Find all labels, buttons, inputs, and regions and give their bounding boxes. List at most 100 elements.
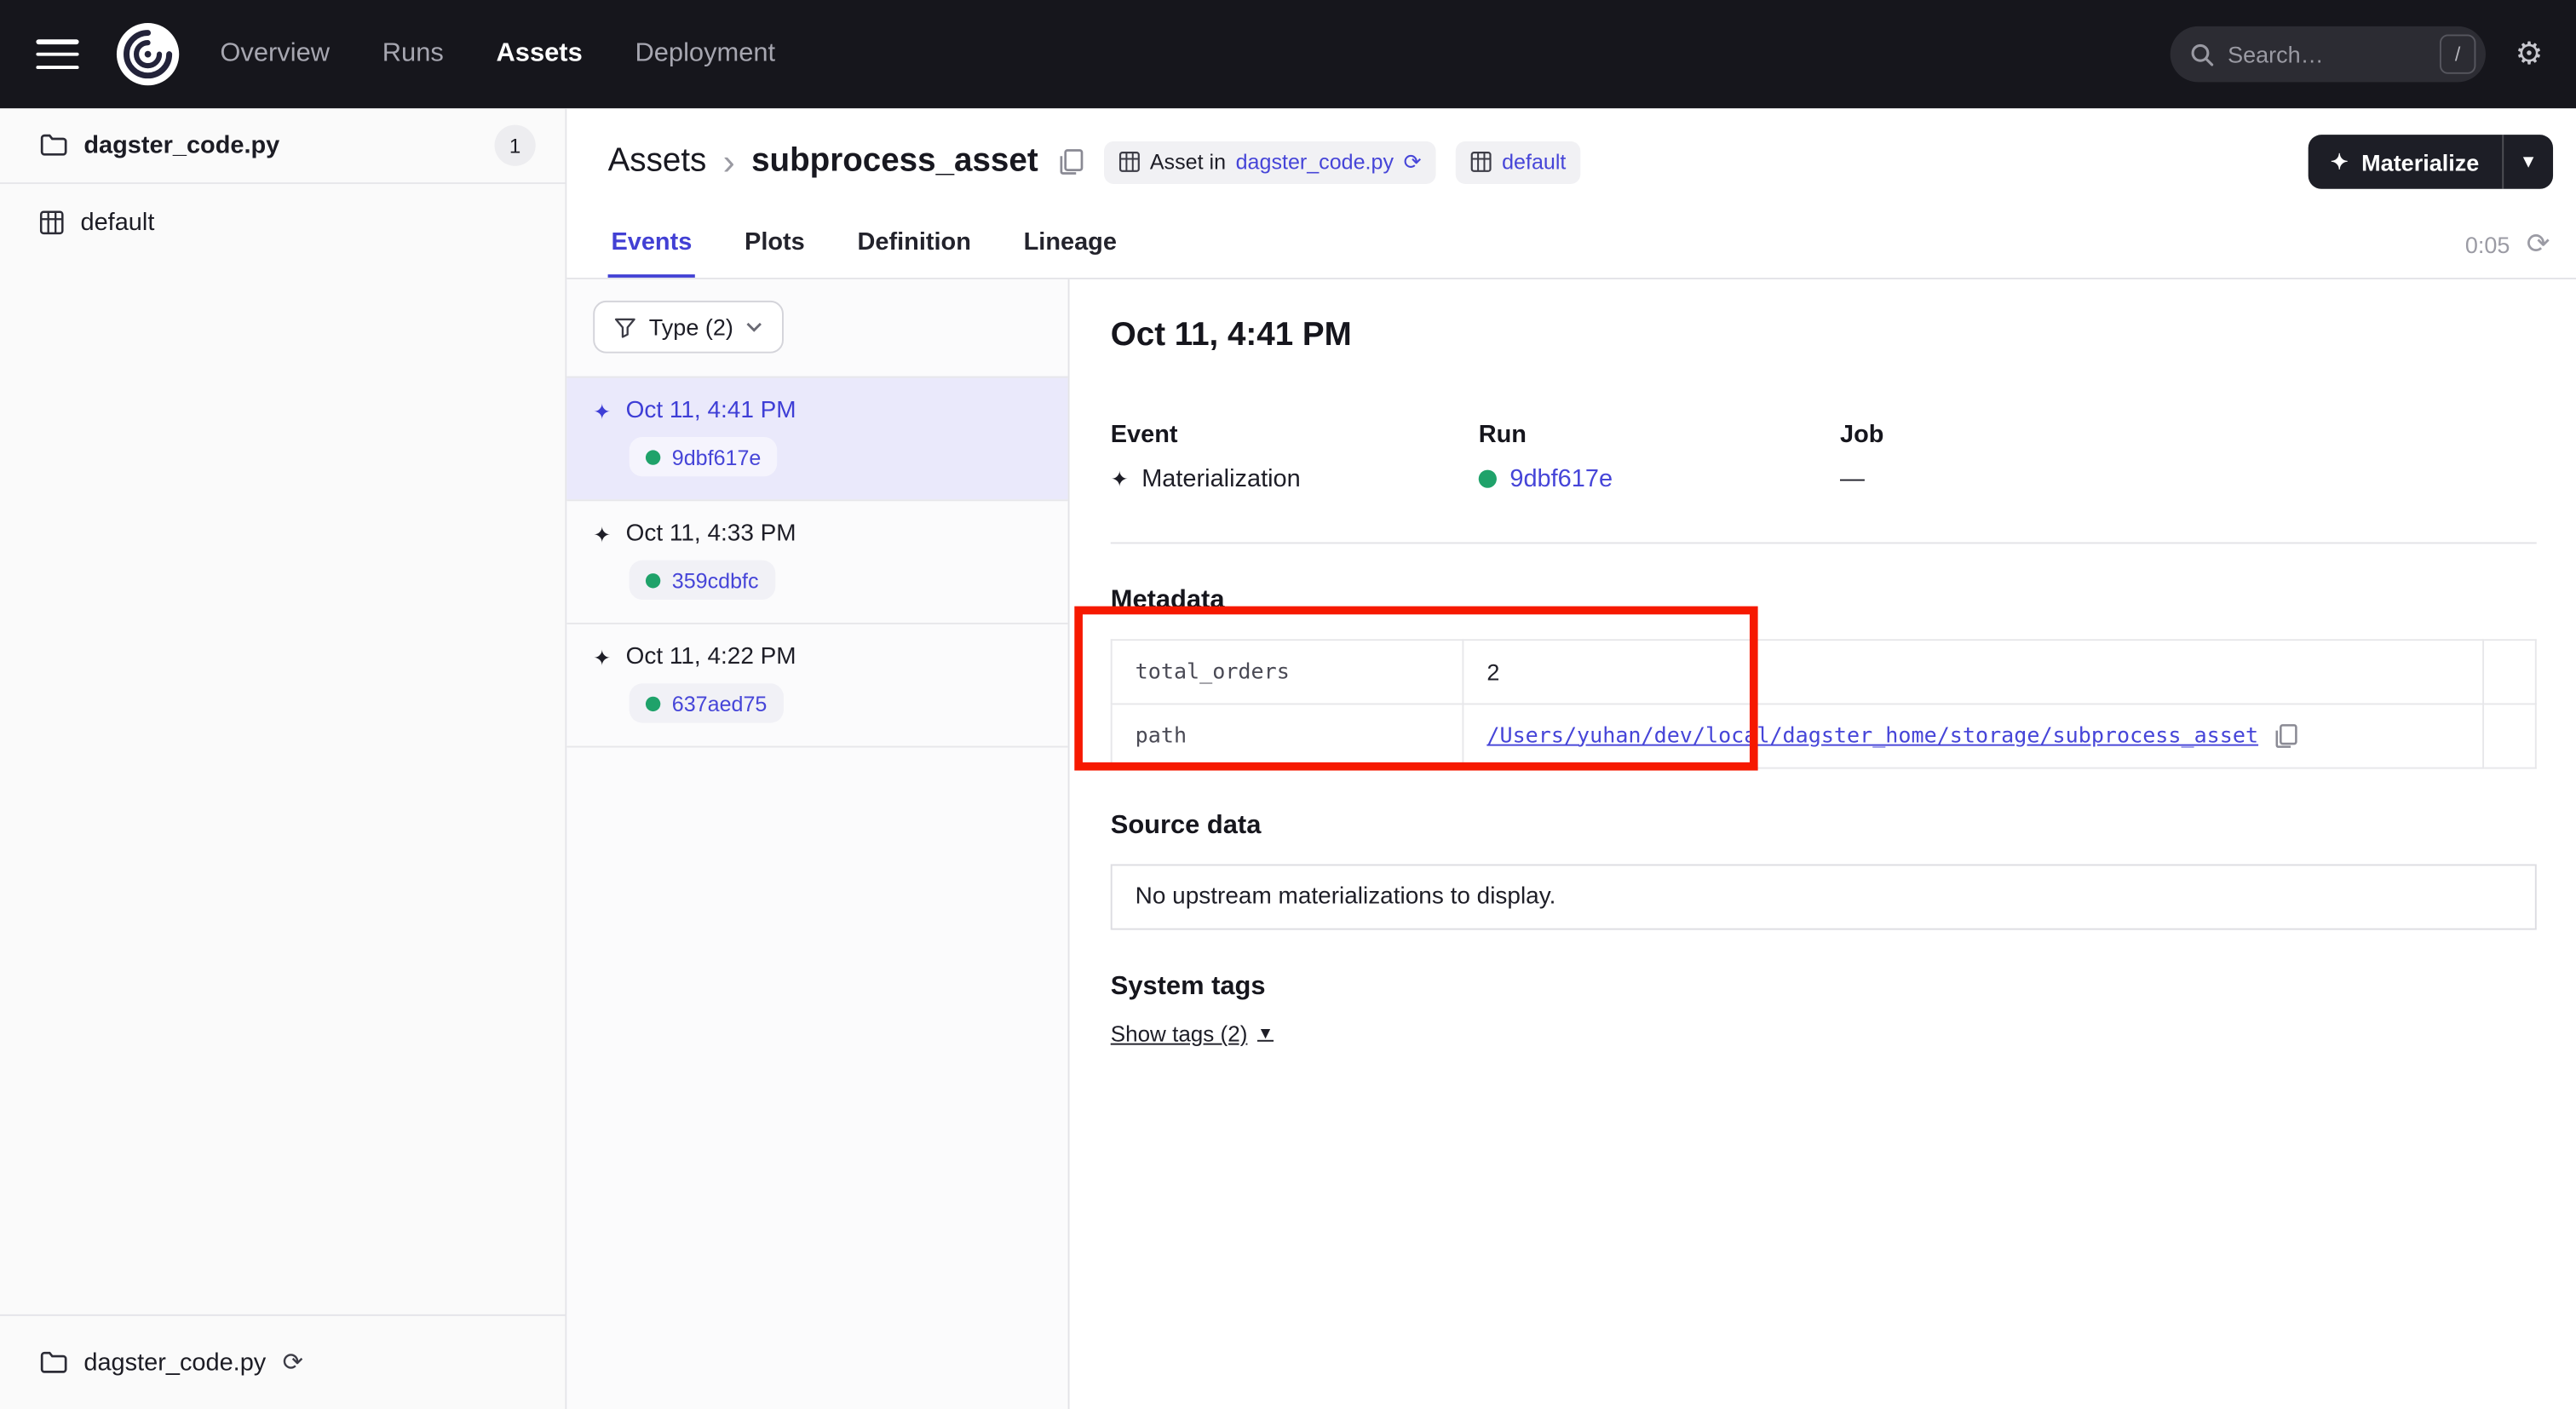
copy-icon[interactable]: [2273, 723, 2297, 750]
search-shortcut-badge: /: [2440, 35, 2475, 74]
sidebar-item-label: dagster_code.py: [83, 131, 279, 159]
caret-down-icon: ▼: [1257, 1025, 1274, 1043]
gear-icon[interactable]: ⚙: [2516, 38, 2544, 70]
table-row: path /Users/yuhan/dev/local/dagster_home…: [1112, 704, 2536, 768]
run-id-link[interactable]: 9dbf617e: [1509, 465, 1613, 493]
topbar: Overview Runs Assets Deployment / ⚙: [0, 0, 2576, 108]
event-info-grid: Event ✦ Materialization Run 9dbf617e: [1111, 421, 2537, 493]
sidebar-item-default-group[interactable]: default: [0, 184, 565, 260]
run-status-dot: [1479, 470, 1497, 488]
event-detail-title: Oct 11, 4:41 PM: [1111, 317, 2537, 354]
events-list: ✦ Oct 11, 4:41 PM 9dbf617e ✦ Oct 11, 4:3…: [566, 377, 1067, 748]
run-label: Run: [1479, 421, 1840, 449]
dagster-logo[interactable]: [115, 21, 181, 87]
run-id: 9dbf617e: [672, 445, 762, 469]
grid-icon: [1118, 151, 1140, 172]
run-id: 359cdbfc: [672, 567, 759, 592]
metadata-table: total_orders 2 path /Users/yuhan/dev/loc…: [1111, 639, 2537, 768]
event-time: Oct 11, 4:22 PM: [626, 644, 796, 670]
breadcrumb: Assets › subprocess_asset: [608, 143, 1038, 181]
refresh-elapsed: 0:05: [2465, 231, 2510, 257]
materialize-label: Materialize: [2361, 149, 2479, 175]
folder-icon: [39, 1350, 67, 1375]
chip-code-location-link[interactable]: dagster_code.py: [1236, 150, 1394, 175]
filter-icon: [614, 316, 635, 337]
events-list-panel: Type (2) ✦ Oct 11, 4:41 PM: [566, 279, 1069, 1409]
run-id-pill[interactable]: 359cdbfc: [630, 561, 775, 600]
search-icon: [2190, 42, 2215, 66]
grid-icon: [39, 210, 64, 234]
event-time: Oct 11, 4:33 PM: [626, 520, 796, 547]
source-data-empty-state: No upstream materializations to display.: [1111, 864, 2537, 929]
event-list-item[interactable]: ✦ Oct 11, 4:22 PM 637aed75: [566, 623, 1067, 746]
run-id-pill[interactable]: 9dbf617e: [630, 437, 778, 476]
run-id: 637aed75: [672, 691, 768, 716]
app-window: Overview Runs Assets Deployment / ⚙ dags…: [0, 0, 2576, 1409]
metadata-key: total_orders: [1112, 640, 1463, 704]
menu-icon[interactable]: [36, 39, 78, 69]
run-status-dot: [646, 696, 660, 710]
materialize-dropdown-button[interactable]: ▼: [2504, 135, 2553, 189]
reload-icon[interactable]: ⟳: [283, 1350, 303, 1375]
run-id-pill[interactable]: 637aed75: [630, 683, 784, 722]
show-tags-label: Show tags (2): [1111, 1022, 1248, 1047]
tab-plots[interactable]: Plots: [741, 212, 808, 278]
materialization-icon: ✦: [593, 400, 611, 422]
chip-group-link[interactable]: default: [1502, 150, 1566, 175]
materialization-icon: ✦: [593, 647, 611, 668]
event-list-item[interactable]: ✦ Oct 11, 4:33 PM 359cdbfc: [566, 499, 1067, 623]
tab-events[interactable]: Events: [608, 212, 696, 278]
tabs-bar: Events Plots Definition Lineage 0:05 ⟳: [566, 212, 2576, 279]
topbar-right: / ⚙: [2171, 26, 2544, 83]
run-status-dot: [646, 572, 660, 587]
reload-icon[interactable]: ⟳: [1404, 151, 1422, 172]
asset-count-badge: 1: [495, 125, 536, 166]
sidebar-bottom-label: dagster_code.py: [83, 1349, 266, 1377]
refresh-timer: 0:05 ⟳: [2465, 230, 2550, 278]
sparkle-icon: ✦: [2331, 151, 2349, 172]
event-label: Event: [1111, 421, 1479, 449]
materialization-icon: ✦: [593, 523, 611, 544]
nav-item-assets[interactable]: Assets: [497, 39, 583, 69]
job-value: —: [1840, 465, 1865, 493]
search-input[interactable]: [2228, 41, 2426, 67]
breadcrumb-chevron-icon: ›: [723, 144, 735, 180]
type-filter-button[interactable]: Type (2): [593, 301, 784, 354]
sidebar-item-label: default: [81, 208, 155, 236]
refresh-icon[interactable]: ⟳: [2527, 230, 2550, 258]
metadata-value: 2: [1463, 640, 2483, 704]
sidebar-bottom-code-location[interactable]: dagster_code.py ⟳: [0, 1314, 565, 1409]
metadata-key: path: [1112, 704, 1463, 768]
chevron-down-icon: [746, 322, 762, 332]
search-box[interactable]: /: [2171, 26, 2486, 83]
tab-definition[interactable]: Definition: [854, 212, 975, 278]
sidebar: dagster_code.py 1 default dagster_code.p…: [0, 108, 566, 1409]
event-detail-panel: Oct 11, 4:41 PM Event ✦ Materialization …: [1070, 279, 2576, 1409]
metadata-expand-cell[interactable]: [2483, 704, 2536, 768]
system-tags-heading: System tags: [1111, 973, 2537, 1003]
nav-item-runs[interactable]: Runs: [382, 39, 444, 69]
nav-item-overview[interactable]: Overview: [220, 39, 330, 69]
path-link[interactable]: /Users/yuhan/dev/local/dagster_home/stor…: [1486, 724, 2258, 749]
metadata-heading: Metadata: [1111, 587, 2537, 617]
event-list-item[interactable]: ✦ Oct 11, 4:41 PM 9dbf617e: [566, 377, 1067, 500]
main-nav: Overview Runs Assets Deployment: [220, 39, 775, 69]
page-title: subprocess_asset: [751, 143, 1038, 181]
asset-group-chip[interactable]: default: [1456, 141, 1581, 183]
source-data-heading: Source data: [1111, 812, 2537, 842]
tab-lineage[interactable]: Lineage: [1021, 212, 1120, 278]
copy-icon[interactable]: [1058, 148, 1084, 176]
chip-prefix: Asset in: [1150, 150, 1226, 175]
sidebar-item-code-location[interactable]: dagster_code.py 1: [0, 108, 565, 184]
grid-icon: [1470, 151, 1492, 172]
divider: [1111, 542, 2537, 543]
job-label: Job: [1840, 421, 1883, 449]
metadata-expand-cell[interactable]: [2483, 640, 2536, 704]
run-status-dot: [646, 449, 660, 463]
show-tags-toggle[interactable]: Show tags (2) ▼: [1111, 1022, 1274, 1047]
materialize-button[interactable]: ✦ Materialize: [2308, 135, 2504, 189]
materialization-icon: ✦: [1111, 469, 1129, 490]
breadcrumb-assets[interactable]: Assets: [608, 143, 707, 181]
asset-location-chip[interactable]: Asset in dagster_code.py ⟳: [1104, 141, 1436, 183]
nav-item-deployment[interactable]: Deployment: [635, 39, 775, 69]
